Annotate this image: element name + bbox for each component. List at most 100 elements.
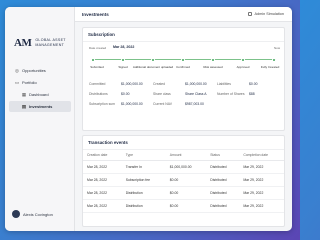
logo-line-1: GLOBAL ASSET bbox=[35, 38, 66, 43]
detail-value: Share Class A bbox=[185, 92, 207, 96]
timeline-step-label: Risk assessed bbox=[203, 65, 223, 69]
timeline-end-label: Now bbox=[273, 46, 280, 50]
transactions-title: Transaction events bbox=[83, 136, 284, 150]
table-cell: Mar 29, 2022 bbox=[239, 199, 284, 213]
user-name: Alexis Covington bbox=[23, 211, 53, 217]
logo-mark: AM bbox=[14, 37, 32, 49]
table-cell: Distributed bbox=[206, 173, 240, 187]
detail-key: Subscription sum bbox=[89, 102, 116, 106]
main-content: Investments Admin Simulation Subscriptio… bbox=[75, 7, 292, 231]
admin-simulation-toggle[interactable]: Admin Simulation bbox=[248, 12, 284, 16]
timeline-step-label: Approved bbox=[236, 65, 250, 69]
table-row[interactable]: Mar 28, 2022 Transfer In $1,000,000.00 D… bbox=[83, 160, 284, 174]
timeline-dot bbox=[181, 57, 185, 62]
table-cell: Mar 29, 2022 bbox=[239, 173, 284, 187]
table-cell: Mar 28, 2022 bbox=[83, 199, 122, 213]
timeline-dot bbox=[272, 57, 276, 62]
table-cell: Mar 28, 2022 bbox=[83, 160, 122, 174]
table-cell: Distribution bbox=[121, 199, 166, 213]
table-cell: $0.00 bbox=[165, 199, 207, 213]
detail-row: Committed $1,000,000.00 Created $1,000,000… bbox=[89, 79, 282, 89]
subscription-panel: Subscription Date created Mar 28, 2022 N… bbox=[82, 27, 285, 131]
detail-key: Committed bbox=[89, 82, 106, 86]
sidebar: AM GLOBAL ASSET MANAGEMENT ◎ Opportuniti… bbox=[5, 7, 75, 231]
top-bar: Investments Admin Simulation bbox=[75, 7, 292, 22]
table-cell: Mar 28, 2022 bbox=[83, 186, 122, 200]
transactions-table: Creation date Type Amount Status Complet… bbox=[83, 150, 284, 213]
detail-row: Distributions $0.00 Share class Share Clas… bbox=[89, 89, 282, 99]
timeline-step-label: Confirmed bbox=[176, 65, 190, 69]
subscription-timeline: Date created Mar 28, 2022 Now Submitted … bbox=[87, 44, 282, 74]
timeline-dot bbox=[121, 57, 125, 62]
detail-key: Number of Shares bbox=[217, 92, 245, 96]
sidebar-item-label: Portfolio bbox=[22, 80, 37, 85]
timeline-start-date: Mar 28, 2022 bbox=[113, 45, 135, 49]
admin-simulation-label: Admin Simulation bbox=[254, 12, 284, 16]
detail-value: $987,003.00 bbox=[185, 102, 204, 106]
table-cell: Mar 29, 2022 bbox=[239, 160, 284, 174]
sidebar-item-portfolio[interactable]: ▭ Portfolio bbox=[9, 77, 71, 88]
table-cell: Distribution bbox=[121, 186, 166, 200]
table-cell: $1,000,000.00 bbox=[165, 160, 207, 174]
brand-logo: AM GLOBAL ASSET MANAGEMENT bbox=[14, 37, 66, 49]
table-cell: $0.00 bbox=[165, 186, 207, 200]
sidebar-item-opportunities[interactable]: ◎ Opportunities bbox=[9, 65, 71, 76]
detail-value: $88 bbox=[249, 92, 255, 96]
column-header[interactable]: Completion date bbox=[239, 150, 284, 161]
folder-icon: ▭ bbox=[14, 79, 20, 85]
grid-icon: ▦ bbox=[21, 91, 27, 97]
table-header-row: Creation date Type Amount Status Complet… bbox=[83, 150, 284, 161]
checkbox-icon bbox=[248, 12, 253, 16]
timeline-step-label: Submitted bbox=[90, 65, 104, 69]
table-cell: Mar 29, 2022 bbox=[239, 186, 284, 200]
table-cell: Distributed bbox=[206, 186, 240, 200]
avatar bbox=[12, 210, 20, 218]
subscription-title: Subscription bbox=[83, 28, 284, 42]
sidebar-item-label: Dashboard bbox=[29, 92, 49, 97]
detail-key: Created bbox=[153, 82, 166, 86]
timeline-start-label: Date created bbox=[89, 46, 107, 50]
timeline-step-label: Additional document uploaded bbox=[132, 65, 174, 69]
detail-value: $0.00 bbox=[249, 82, 258, 86]
table-cell: Transfer In bbox=[121, 160, 166, 174]
detail-key: Liabilities bbox=[217, 82, 231, 86]
timeline-dot bbox=[151, 57, 155, 62]
detail-key: Current NAV bbox=[153, 102, 172, 106]
table-row[interactable]: Mar 28, 2022 Distribution $0.00 Distribu… bbox=[83, 199, 284, 213]
table-cell: $0.00 bbox=[165, 173, 207, 187]
detail-value: $1,000,000.00 bbox=[121, 82, 143, 86]
table-cell: Mar 28, 2022 bbox=[83, 173, 122, 187]
table-cell: Distributed bbox=[206, 160, 240, 174]
table-row[interactable]: Mar 28, 2022 Distribution $0.00 Distribu… bbox=[83, 186, 284, 200]
sidebar-item-label: Opportunities bbox=[22, 68, 46, 73]
page-title: Investments bbox=[82, 12, 109, 17]
timeline-dot bbox=[91, 57, 95, 62]
detail-row: Subscription sum $1,000,000.00 Current NA… bbox=[89, 99, 282, 109]
table-cell: Subscription fee bbox=[121, 173, 166, 187]
detail-value: $1,000,000.00 bbox=[185, 82, 207, 86]
detail-key: Distributions bbox=[89, 92, 108, 96]
column-header[interactable]: Type bbox=[121, 150, 166, 161]
sidebar-item-dashboard[interactable]: ▦ Dashboard bbox=[9, 89, 71, 100]
sidebar-item-investments[interactable]: ▤ Investments bbox=[9, 101, 71, 112]
user-profile[interactable]: Alexis Covington bbox=[9, 210, 71, 218]
timeline-dot bbox=[211, 57, 215, 62]
chart-icon: ▤ bbox=[21, 103, 27, 109]
subscription-details: Committed $1,000,000.00 Created $1,000,000… bbox=[89, 79, 282, 109]
column-header[interactable]: Creation date bbox=[83, 150, 122, 161]
column-header[interactable]: Status bbox=[206, 150, 240, 161]
app-window: AM GLOBAL ASSET MANAGEMENT ◎ Opportuniti… bbox=[5, 7, 292, 231]
transactions-panel: Transaction events Creation date Type Am… bbox=[82, 135, 285, 227]
table-cell: Distributed bbox=[206, 199, 240, 213]
timeline-step-label: Signed bbox=[118, 65, 128, 69]
sidebar-item-label: Investments bbox=[29, 104, 53, 109]
logo-text: GLOBAL ASSET MANAGEMENT bbox=[35, 38, 65, 47]
timeline-step-label: Fully Invested bbox=[260, 65, 280, 69]
sidebar-nav: ◎ Opportunities ▭ Portfolio ▦ Dashboard … bbox=[9, 65, 71, 113]
logo-line-2: MANAGEMENT bbox=[35, 43, 65, 47]
column-header[interactable]: Amount bbox=[165, 150, 207, 161]
detail-key: Share class bbox=[153, 92, 171, 96]
detail-value: $1,000,000.00 bbox=[121, 102, 143, 106]
table-row[interactable]: Mar 28, 2022 Subscription fee $0.00 Dist… bbox=[83, 173, 284, 187]
detail-value: $0.00 bbox=[121, 92, 130, 96]
